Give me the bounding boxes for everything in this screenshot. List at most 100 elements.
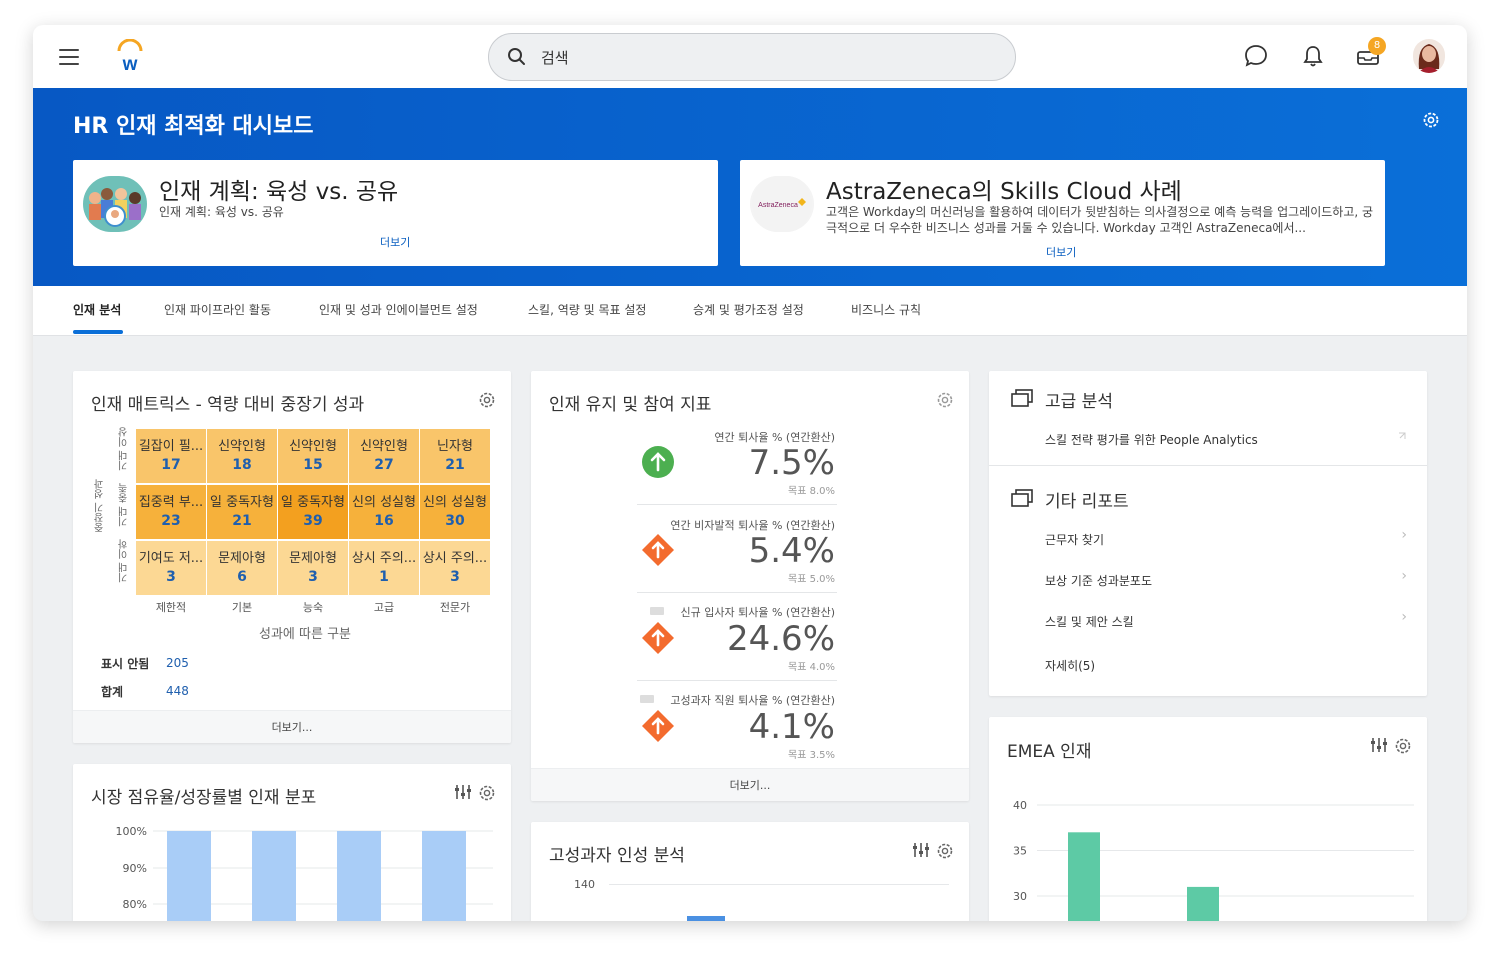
report-link-comp-distribution[interactable]: 보상 기준 성과분포도 — [1045, 572, 1152, 589]
high-performer-panel: 고성과자 인성 분석 140 — [531, 822, 969, 921]
matrix-cell[interactable]: 길잡이 필... 17 — [136, 429, 206, 483]
promo-card-talent-planning[interactable]: 인재 계획: 육성 vs. 공유 인재 계획: 육성 vs. 공유 더보기 — [73, 160, 718, 266]
bar[interactable] — [1187, 886, 1219, 921]
settings-gear-icon[interactable] — [1421, 110, 1441, 130]
filter-sliders-icon[interactable] — [911, 840, 931, 860]
report-link-more[interactable]: 자세히(5) — [1045, 657, 1095, 674]
tab-bar: 인재 분석 인재 파이프라인 활동 인재 및 성과 인에이블먼트 설정 스킬, … — [33, 286, 1467, 336]
matrix-y-tick: 기대 충족 — [119, 483, 130, 527]
bar[interactable] — [337, 831, 381, 921]
matrix-cell-label: 기여도 저... — [138, 551, 204, 566]
metric-goal: 목표 3.5% — [788, 750, 835, 761]
chat-icon[interactable] — [1243, 43, 1269, 69]
report-link-find-workers[interactable]: 근무자 찾기 — [1045, 531, 1104, 548]
report-link-skills[interactable]: 스킬 및 제안 스킬 — [1045, 613, 1134, 630]
search-icon — [508, 48, 525, 65]
promo-card-more-link[interactable]: 더보기 — [1046, 244, 1076, 260]
tab-pipeline-activity[interactable]: 인재 파이프라인 활동 — [164, 301, 271, 318]
chevron-right-icon[interactable]: › — [1401, 568, 1407, 584]
matrix-cell[interactable]: 신의 성실형 30 — [420, 485, 490, 539]
promo-card-astrazeneca[interactable]: AstraZeneca AstraZeneca의 Skills Cloud 사례… — [740, 160, 1385, 266]
matrix-cell-value[interactable]: 21 — [207, 513, 277, 529]
bar[interactable] — [1068, 832, 1100, 921]
user-avatar[interactable] — [1413, 39, 1445, 73]
matrix-cell-value[interactable]: 6 — [207, 569, 277, 585]
chevron-right-icon[interactable]: › — [1401, 527, 1407, 543]
matrix-cell[interactable]: 신약인형 18 — [207, 429, 277, 483]
metric-value[interactable]: 5.4% — [749, 531, 835, 571]
trend-up-orange-icon — [642, 710, 674, 742]
retention-more-link[interactable]: 더보기... — [531, 768, 969, 801]
filter-sliders-icon[interactable] — [1369, 735, 1389, 755]
people-analytics-link[interactable]: 스킬 전략 평가를 위한 People Analytics — [1045, 431, 1258, 448]
matrix-cell-value[interactable]: 1 — [349, 569, 419, 585]
matrix-cell-value[interactable]: 27 — [349, 457, 419, 473]
tab-performance-enablement[interactable]: 인재 및 성과 인에이블먼트 설정 — [319, 301, 478, 318]
matrix-cell[interactable]: 문제아형 3 — [278, 541, 348, 595]
matrix-cell-value[interactable]: 18 — [207, 457, 277, 473]
settings-gear-icon[interactable] — [477, 783, 497, 803]
tab-succession-calibration[interactable]: 승계 및 평가조정 설정 — [693, 301, 804, 318]
matrix-cell-value[interactable]: 3 — [136, 569, 206, 585]
matrix-cell[interactable]: 기여도 저... 3 — [136, 541, 206, 595]
trend-up-orange-icon — [642, 534, 674, 566]
y-tick-label: 80% — [122, 898, 147, 911]
matrix-cell-value[interactable]: 3 — [278, 569, 348, 585]
total-count-value[interactable]: 448 — [166, 684, 189, 698]
menu-icon[interactable] — [59, 49, 79, 65]
settings-gear-icon[interactable] — [1393, 736, 1413, 756]
matrix-cell[interactable]: 상시 주의... 1 — [349, 541, 419, 595]
matrix-cell-value[interactable]: 39 — [278, 513, 348, 529]
matrix-cell-value[interactable]: 15 — [278, 457, 348, 473]
matrix-cell[interactable]: 신의 성실형 16 — [349, 485, 419, 539]
hidden-count-value[interactable]: 205 — [166, 656, 189, 670]
matrix-cell[interactable]: 집중력 부... 23 — [136, 485, 206, 539]
matrix-cell-value[interactable]: 17 — [136, 457, 206, 473]
metric-value[interactable]: 4.1% — [749, 707, 835, 747]
matrix-cell-label: 닌자형 — [437, 439, 473, 454]
bar[interactable] — [252, 831, 296, 921]
bar[interactable] — [422, 831, 466, 921]
trend-up-orange-icon — [642, 622, 674, 654]
search-input[interactable] — [541, 46, 981, 70]
settings-gear-icon[interactable] — [935, 841, 955, 861]
matrix-y-tick: 기대 이하 — [119, 539, 130, 583]
chevron-right-icon[interactable]: › — [1401, 609, 1407, 625]
bell-icon[interactable] — [1301, 43, 1325, 69]
tab-skills-goals[interactable]: 스킬, 역량 및 목표 설정 — [528, 301, 646, 318]
bar[interactable] — [167, 831, 211, 921]
divider — [637, 504, 837, 505]
matrix-more-link[interactable]: 더보기... — [73, 710, 511, 743]
settings-gear-icon[interactable] — [477, 390, 497, 410]
panel-title: 인재 매트릭스 - 역량 대비 중장기 성과 — [91, 395, 365, 415]
filter-sliders-icon[interactable] — [453, 782, 473, 802]
matrix-cell[interactable]: 닌자형 21 — [420, 429, 490, 483]
matrix-cell[interactable]: 신약인형 15 — [278, 429, 348, 483]
matrix-cell-value[interactable]: 16 — [349, 513, 419, 529]
bar[interactable] — [687, 916, 725, 921]
search-bar[interactable] — [488, 33, 1016, 81]
external-link-icon[interactable] — [1397, 431, 1407, 441]
tab-business-rules[interactable]: 비즈니스 규칙 — [851, 301, 921, 318]
matrix-cell[interactable]: 상시 주의... 3 — [420, 541, 490, 595]
matrix-cell[interactable]: 신약인형 27 — [349, 429, 419, 483]
matrix-cell[interactable]: 일 중독자형 21 — [207, 485, 277, 539]
settings-gear-icon[interactable] — [935, 390, 955, 410]
matrix-cell[interactable]: 문제아형 6 — [207, 541, 277, 595]
page-title: HR 인재 최적화 대시보드 — [73, 114, 314, 139]
matrix-cell-value[interactable]: 30 — [420, 513, 490, 529]
matrix-cell[interactable]: 일 중독자형 39 — [278, 485, 348, 539]
workday-logo[interactable]: w — [115, 39, 145, 73]
tab-talent-analytics[interactable]: 인재 분석 — [73, 301, 121, 318]
matrix-cell-value[interactable]: 3 — [420, 569, 490, 585]
matrix-cell-value[interactable]: 23 — [136, 513, 206, 529]
trend-up-green-icon — [642, 446, 674, 478]
metric-value[interactable]: 24.6% — [727, 619, 835, 659]
metric-value[interactable]: 7.5% — [749, 443, 835, 483]
talent-matrix-panel: 인재 매트릭스 - 역량 대비 중장기 성과 중장기 성과 기대 이상 기대 충… — [73, 371, 511, 743]
matrix-cell-value[interactable]: 21 — [420, 457, 490, 473]
y-tick-label: 90% — [122, 862, 147, 875]
comment-icon — [650, 607, 664, 615]
promo-card-more-link[interactable]: 더보기 — [380, 234, 410, 250]
dashboard-hero: HR 인재 최적화 대시보드 인재 계획: 육성 vs. 공유 인재 계획: 육… — [33, 88, 1467, 286]
